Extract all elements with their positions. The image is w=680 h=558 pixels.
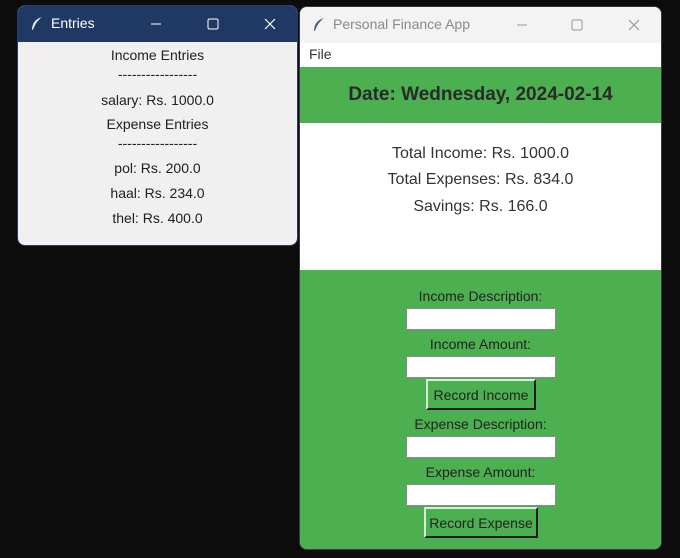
maximize-icon [207, 18, 219, 30]
record-expense-button[interactable]: Record Expense [424, 507, 538, 538]
income-amount-input[interactable] [406, 356, 556, 378]
close-button[interactable] [611, 7, 657, 43]
income-divider: ----------------- [117, 66, 198, 82]
expense-description-label: Expense Description: [414, 416, 547, 432]
income-amount-label: Income Amount: [429, 336, 532, 352]
entries-window: Entries Income Entries -----------------… [17, 5, 298, 246]
minimize-button[interactable] [133, 6, 179, 42]
date-banner: Date: Wednesday, 2024-02-14 [300, 67, 661, 123]
record-income-button[interactable]: Record Income [426, 379, 536, 410]
expense-entry-item: thel: Rs. 400.0 [112, 210, 203, 226]
total-expenses-label: Total Expenses: Rs. 834.0 [387, 171, 574, 188]
finance-titlebar[interactable]: Personal Finance App [300, 7, 661, 43]
menu-file[interactable]: File [309, 46, 332, 62]
expense-description-input[interactable] [406, 436, 556, 458]
savings-label: Savings: Rs. 166.0 [413, 198, 548, 215]
maximize-button[interactable] [190, 6, 236, 42]
income-description-label: Income Description: [418, 288, 543, 304]
finance-window: Personal Finance App File Date: Wednesda… [299, 6, 662, 550]
entries-window-title: Entries [51, 15, 95, 31]
date-label: Date: Wednesday, 2024-02-14 [348, 84, 613, 105]
total-income-label: Total Income: Rs. 1000.0 [392, 145, 569, 162]
expense-entry-item: pol: Rs. 200.0 [114, 160, 201, 176]
close-button[interactable] [247, 6, 293, 42]
income-entry-item: salary: Rs. 1000.0 [101, 92, 214, 108]
expense-amount-input[interactable] [406, 484, 556, 506]
expense-divider: ----------------- [117, 135, 198, 151]
minimize-icon [151, 23, 161, 25]
summary-panel: Total Income: Rs. 1000.0 Total Expenses:… [300, 123, 661, 270]
expense-amount-label: Expense Amount: [425, 464, 536, 480]
close-icon [264, 18, 276, 30]
close-icon [628, 19, 640, 31]
menu-bar: File [300, 43, 661, 67]
feather-icon [314, 18, 324, 32]
minimize-button[interactable] [499, 7, 545, 43]
maximize-icon [571, 19, 583, 31]
finance-window-title: Personal Finance App [333, 16, 470, 32]
expense-entry-item: haal: Rs. 234.0 [110, 185, 205, 201]
income-entries-heading: Income Entries [110, 47, 205, 63]
entries-titlebar[interactable]: Entries [18, 6, 297, 42]
income-description-input[interactable] [406, 308, 556, 330]
maximize-button[interactable] [554, 7, 600, 43]
feather-icon [32, 17, 42, 31]
entry-form: Income Description: Income Amount: Recor… [300, 270, 661, 549]
expense-entries-heading: Expense Entries [106, 116, 209, 132]
minimize-icon [517, 24, 527, 26]
